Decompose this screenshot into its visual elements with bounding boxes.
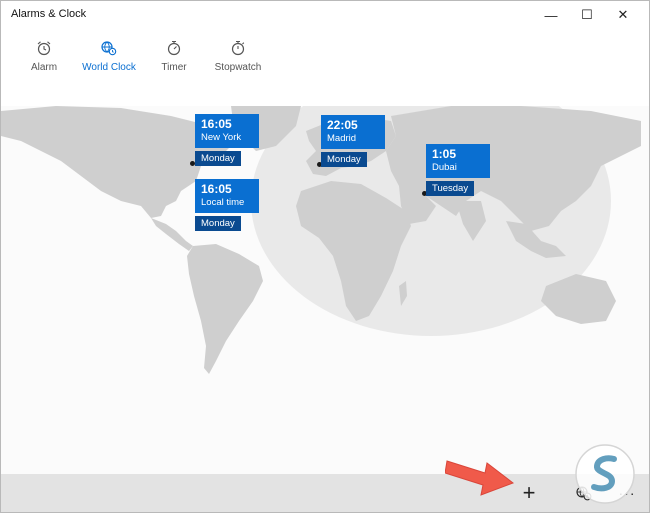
- clock-city: Local time: [201, 197, 245, 208]
- clock-day: Monday: [195, 151, 241, 166]
- clock-city: New York: [201, 132, 242, 143]
- tab-timer[interactable]: Timer: [144, 39, 204, 81]
- world-clock-icon: [101, 41, 117, 56]
- south-america: [187, 244, 263, 374]
- minimize-button[interactable]: —: [533, 1, 569, 29]
- stopwatch-icon: [231, 40, 245, 56]
- tab-label: World Clock: [82, 62, 136, 73]
- maximize-button[interactable]: ☐: [569, 1, 605, 29]
- clock-day: Tuesday: [426, 181, 475, 196]
- clock-time: 1:05: [432, 147, 457, 161]
- annotation-arrow: [445, 460, 515, 496]
- clock-day: Monday: [321, 152, 367, 167]
- clock-card-local-time[interactable]: 16:05 Local time Monday: [195, 179, 259, 231]
- close-button[interactable]: ✕: [605, 1, 641, 29]
- add-icon: +: [522, 480, 536, 505]
- app-window: Alarms & Clock — ☐ ✕ Alarm World Clock T…: [0, 0, 650, 513]
- tab-label: Alarm: [30, 62, 58, 73]
- clock-city: Madrid: [327, 133, 357, 144]
- close-icon: ✕: [617, 7, 629, 22]
- watermark-logo: [575, 444, 635, 504]
- tab-bar: Alarm World Clock Timer Stopwatch: [1, 31, 649, 111]
- clock-card-new-york[interactable]: 16:05 New York Monday: [195, 114, 259, 166]
- tab-alarm[interactable]: Alarm: [14, 39, 74, 81]
- clock-time: 16:05: [201, 182, 232, 196]
- clock-time: 22:05: [327, 118, 358, 132]
- clock-city: Dubai: [432, 162, 457, 173]
- app-title: Alarms & Clock: [11, 8, 87, 20]
- clock-time: 16:05: [201, 117, 232, 131]
- tab-label: Stopwatch: [214, 62, 262, 73]
- central-america: [151, 218, 193, 251]
- tab-label: Timer: [161, 62, 187, 73]
- clock-card-header: 16:05 Local time: [195, 179, 259, 213]
- title-bar: Alarms & Clock — ☐ ✕: [1, 1, 649, 29]
- clock-card-header: 22:05 Madrid: [321, 115, 385, 149]
- clock-card-header: 1:05 Dubai: [426, 144, 490, 178]
- maximize-icon: ☐: [581, 7, 593, 22]
- tab-stopwatch[interactable]: Stopwatch: [208, 39, 268, 81]
- clock-card-header: 16:05 New York: [195, 114, 259, 148]
- clock-card-dubai[interactable]: 1:05 Dubai Tuesday: [426, 144, 490, 196]
- tab-world-clock[interactable]: World Clock: [78, 39, 140, 81]
- world-map: 16:05 New York Monday 16:05 Local time M…: [1, 106, 649, 476]
- timer-icon: [167, 40, 181, 56]
- minimize-icon: —: [544, 7, 558, 23]
- clock-card-madrid[interactable]: 22:05 Madrid Monday: [321, 115, 385, 167]
- clock-day: Monday: [195, 216, 241, 231]
- alarm-icon: [37, 41, 51, 56]
- add-clock-button[interactable]: +: [515, 480, 543, 506]
- command-bar: + ···: [1, 474, 649, 512]
